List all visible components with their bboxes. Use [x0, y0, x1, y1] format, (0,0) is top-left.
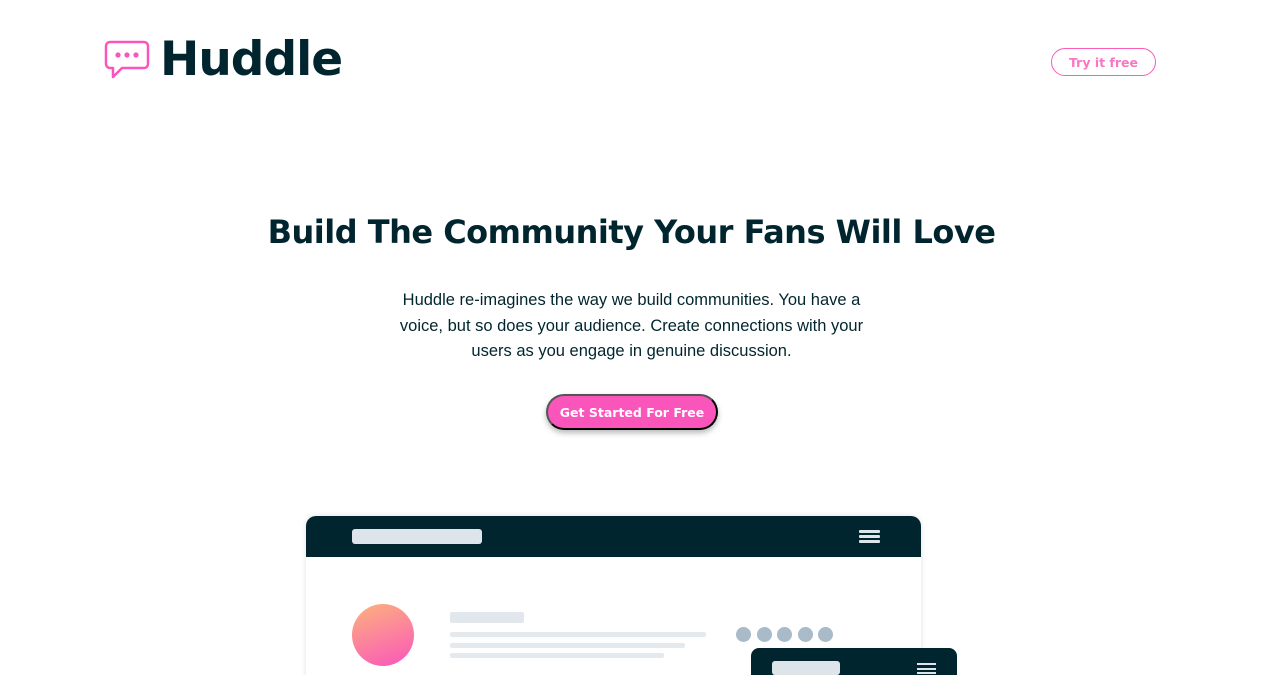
try-it-free-button[interactable]: Try it free: [1051, 48, 1156, 76]
menu-icon: [859, 530, 880, 544]
site-header: Huddle Try it free: [0, 0, 1263, 120]
mockup-dot: [797, 627, 813, 642]
mockup-title-placeholder: [772, 661, 840, 675]
mockup-dots: [736, 627, 839, 642]
mockup-text-line: [450, 653, 664, 658]
logo[interactable]: Huddle: [104, 32, 343, 87]
mobile-mockup-illustration: [751, 648, 957, 675]
hero-description: Huddle re-imagines the way we build comm…: [399, 291, 864, 360]
mockup-text-line: [450, 643, 685, 648]
mockup-text-line: [450, 632, 706, 637]
logo-text: Huddle: [160, 32, 343, 87]
mockup-title-placeholder: [352, 529, 482, 544]
avatar-icon: [352, 604, 414, 666]
chat-bubble-icon: [104, 40, 150, 79]
mockup-dot: [818, 627, 833, 642]
mockup-text-line: [450, 612, 524, 623]
mockup-dot: [736, 627, 751, 642]
hero-title: Build The Community Your Fans Will Love: [267, 213, 996, 251]
mockup-dot: [777, 627, 792, 642]
get-started-button[interactable]: Get Started For Free: [546, 394, 718, 430]
mockup-dot: [756, 627, 772, 642]
mockup-top-bar: [306, 516, 921, 557]
menu-icon: [917, 663, 936, 675]
